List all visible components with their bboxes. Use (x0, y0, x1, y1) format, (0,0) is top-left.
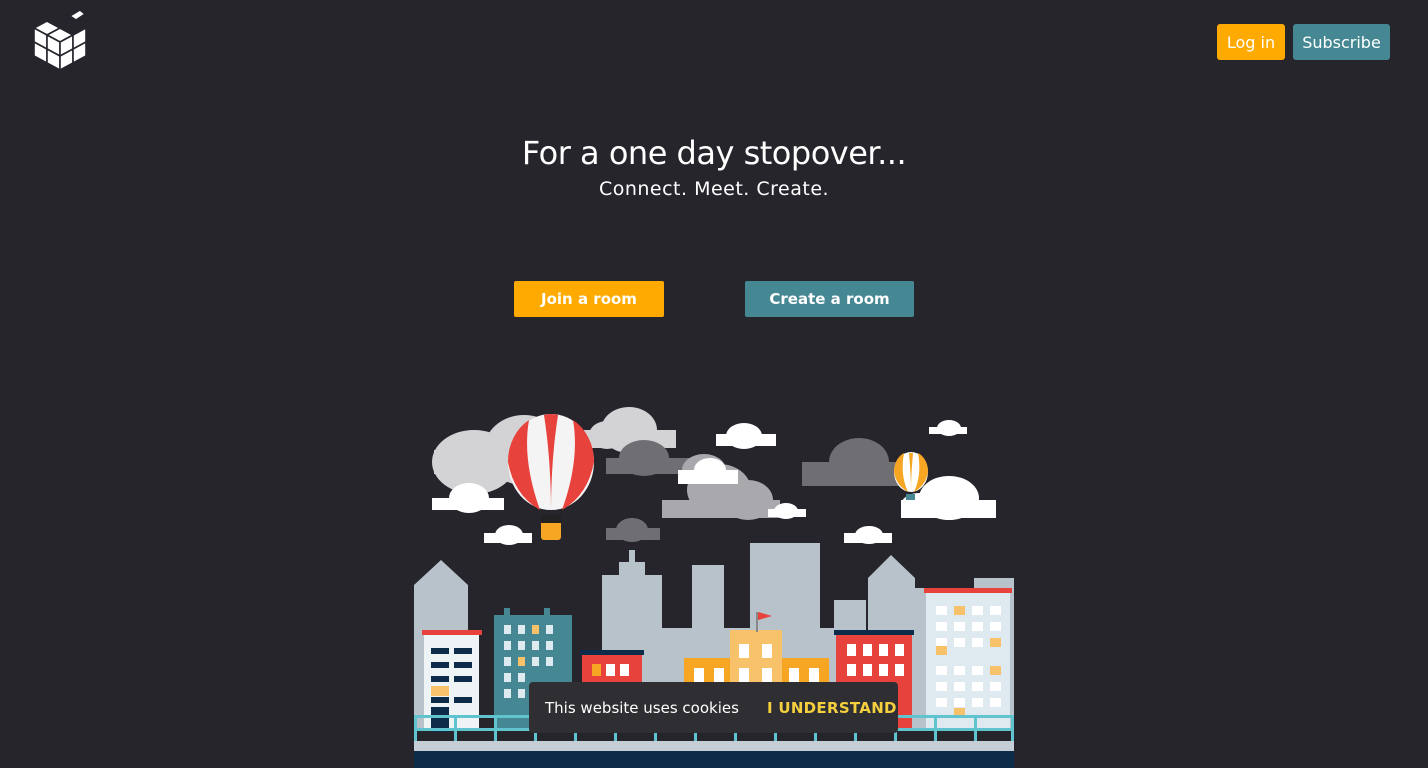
cookie-accept-button[interactable]: I UNDERSTAND (767, 699, 897, 717)
cookie-banner: This website uses cookies I UNDERSTAND (529, 682, 898, 733)
hero-title: For a one day stopover... (521, 134, 907, 172)
subscribe-button[interactable]: Subscribe (1293, 24, 1390, 60)
login-button[interactable]: Log in (1217, 24, 1285, 60)
cookie-message: This website uses cookies (545, 698, 739, 717)
hero-subtitle: Connect. Meet. Create. (598, 178, 830, 200)
create-room-button[interactable]: Create a room (745, 281, 914, 317)
cube-logo-icon[interactable] (30, 10, 86, 74)
join-room-button[interactable]: Join a room (514, 281, 664, 317)
